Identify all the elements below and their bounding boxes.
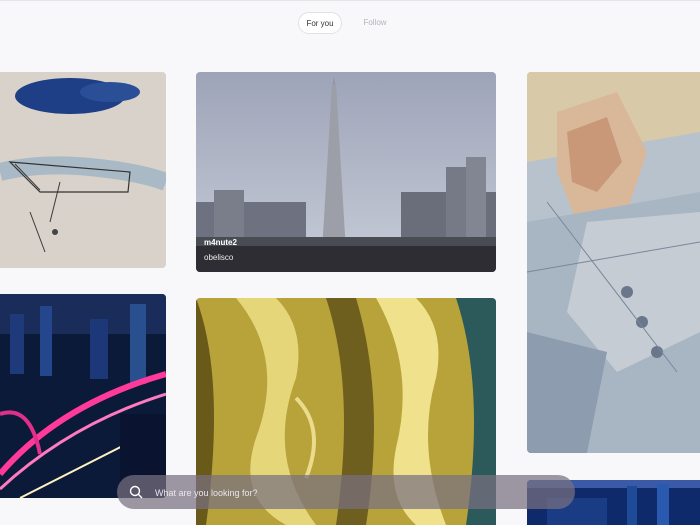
search-icon: [129, 485, 143, 499]
artwork-image: [527, 72, 700, 453]
card-caption: m4nute2 obelisco: [196, 238, 496, 272]
feed-card-cubist-portrait[interactable]: [527, 72, 700, 453]
search-input[interactable]: [153, 483, 557, 503]
tab-for-you[interactable]: For you: [298, 12, 342, 34]
artwork-image: [0, 72, 166, 268]
top-navigation: For you Follow: [0, 0, 700, 45]
feed-card-abstract-sketch[interactable]: [0, 72, 166, 268]
search-bar[interactable]: [117, 475, 575, 509]
obelisco-image: [196, 72, 496, 272]
artwork-image: [0, 294, 166, 498]
tab-follow[interactable]: Follow: [358, 12, 392, 34]
author-name[interactable]: m4nute2: [204, 238, 237, 247]
feed-card-city-night[interactable]: [0, 294, 166, 498]
post-title: obelisco: [204, 253, 234, 262]
feed-card-obelisco[interactable]: m4nute2 obelisco: [196, 72, 496, 272]
